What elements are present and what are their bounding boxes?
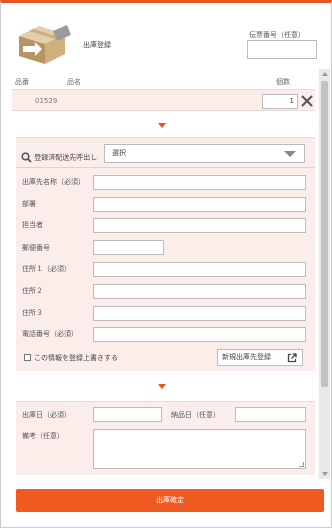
column-quantity: 個数 (276, 78, 290, 86)
address1-input[interactable] (93, 262, 306, 277)
scroll-up-arrow-icon[interactable] (322, 72, 328, 76)
quantity-input[interactable]: 1 (262, 94, 298, 109)
external-link-icon (287, 353, 297, 363)
divider (16, 167, 315, 168)
item-code: 01529 (35, 97, 58, 105)
confirm-shipment-button[interactable]: 出庫確定 (16, 489, 324, 512)
note-textarea[interactable] (93, 429, 306, 469)
shipping-box-icon (15, 22, 73, 66)
table-row: 01529 1 (12, 89, 315, 111)
scroll-down-arrow-icon[interactable] (322, 472, 328, 476)
chevron-down-icon (158, 384, 166, 389)
scrollbar-thumb[interactable] (321, 81, 328, 387)
overwrite-checkbox-label: この情報を登録上書きする (34, 354, 118, 362)
ship-date-input[interactable] (93, 407, 162, 422)
contact-person-label: 担当者 (22, 221, 43, 229)
new-destination-button-label: 新規出庫先登録 (222, 353, 271, 361)
slip-number-label: 伝票番号（任意） (249, 31, 305, 39)
destination-name-input[interactable] (93, 175, 306, 190)
phone-label: 電話番号（必須） (22, 330, 78, 338)
phone-input[interactable] (93, 327, 306, 342)
ship-date-label: 出庫日（必須） (22, 411, 71, 419)
chevron-down-icon (284, 151, 296, 157)
scrollbar[interactable] (319, 69, 330, 479)
slip-number-input[interactable] (247, 40, 317, 59)
new-destination-button[interactable]: 新規出庫先登録 (217, 349, 303, 366)
address1-label: 住所１（必須） (22, 265, 71, 273)
postal-code-label: 郵便番号 (22, 244, 50, 252)
contact-person-input[interactable] (93, 218, 306, 233)
overwrite-checkbox[interactable] (24, 354, 31, 361)
window-frame: 出庫登録 伝票番号（任意） 品番 品名 個数 01529 1 登録済配送先呼出し… (0, 0, 332, 528)
address-search-label: 登録済配送先呼出し (34, 153, 98, 162)
department-label: 部署 (22, 200, 36, 208)
resize-handle-icon[interactable] (299, 462, 304, 467)
page-title: 出庫登録 (83, 41, 111, 49)
address2-label: 住所２ (22, 287, 43, 295)
saved-address-select-value: 選択 (112, 149, 126, 157)
delivery-date-label: 納品日（任意） (171, 411, 220, 419)
search-icon (21, 152, 32, 163)
destination-name-label: 出庫先名称（必須） (22, 178, 85, 186)
delivery-date-input[interactable] (235, 407, 306, 422)
note-label: 備考（任意） (22, 432, 64, 440)
close-icon (301, 95, 313, 107)
saved-address-select[interactable]: 選択 (104, 144, 305, 163)
department-input[interactable] (93, 197, 306, 212)
column-product-name: 品名 (67, 78, 81, 86)
postal-code-input[interactable] (93, 240, 164, 255)
address-search-label-row: 登録済配送先呼出し (21, 152, 97, 163)
delete-item-button[interactable] (300, 93, 314, 108)
chevron-down-icon (158, 123, 166, 128)
column-product-code: 品番 (15, 78, 29, 86)
address3-label: 住所３ (22, 309, 43, 317)
address2-input[interactable] (93, 284, 306, 299)
address3-input[interactable] (93, 306, 306, 321)
